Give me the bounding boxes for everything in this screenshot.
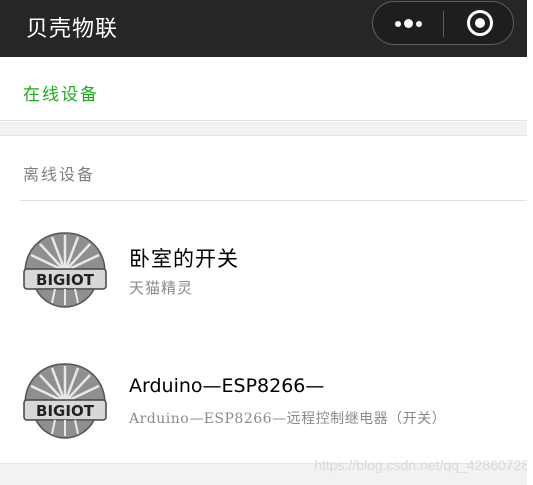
online-devices-label: 在线设备: [23, 85, 99, 105]
menu-capsule: [372, 1, 514, 45]
device-name: 卧室的开关: [129, 247, 239, 271]
device-subtitle: 天猫精灵: [129, 279, 194, 297]
device-item[interactable]: BIGIOT 卧室的开关 天猫精灵: [0, 201, 527, 331]
close-target-icon[interactable]: [444, 2, 514, 44]
more-dots-icon[interactable]: [373, 2, 443, 44]
section-gap: [0, 122, 527, 136]
app-page: 贝壳物联 在线设备 离线设备 BIGIOT 卧室的开关 天猫精灵 BIGIOT …: [0, 0, 533, 485]
watermark-text: https://blog.csdn.net/qq_42860728: [314, 457, 529, 473]
online-devices-section[interactable]: 在线设备: [0, 57, 527, 121]
bigiot-shell-logo-icon: BIGIOT: [23, 363, 107, 439]
device-subtitle: Arduino—ESP8266—远程控制继电器（开关）: [129, 411, 447, 427]
offline-devices-label: 离线设备: [23, 165, 96, 184]
logo-text: BIGIOT: [36, 402, 95, 420]
logo-text: BIGIOT: [36, 271, 95, 289]
nav-bar: 贝壳物联: [0, 0, 527, 57]
offline-devices-section: 离线设备: [0, 137, 527, 200]
device-name: Arduino—ESP8266—: [129, 375, 325, 397]
bigiot-shell-logo-icon: BIGIOT: [23, 232, 107, 308]
right-edge: [527, 0, 533, 485]
nav-title: 贝壳物联: [26, 17, 119, 42]
device-item[interactable]: BIGIOT Arduino—ESP8266— Arduino—ESP8266—…: [0, 333, 527, 463]
